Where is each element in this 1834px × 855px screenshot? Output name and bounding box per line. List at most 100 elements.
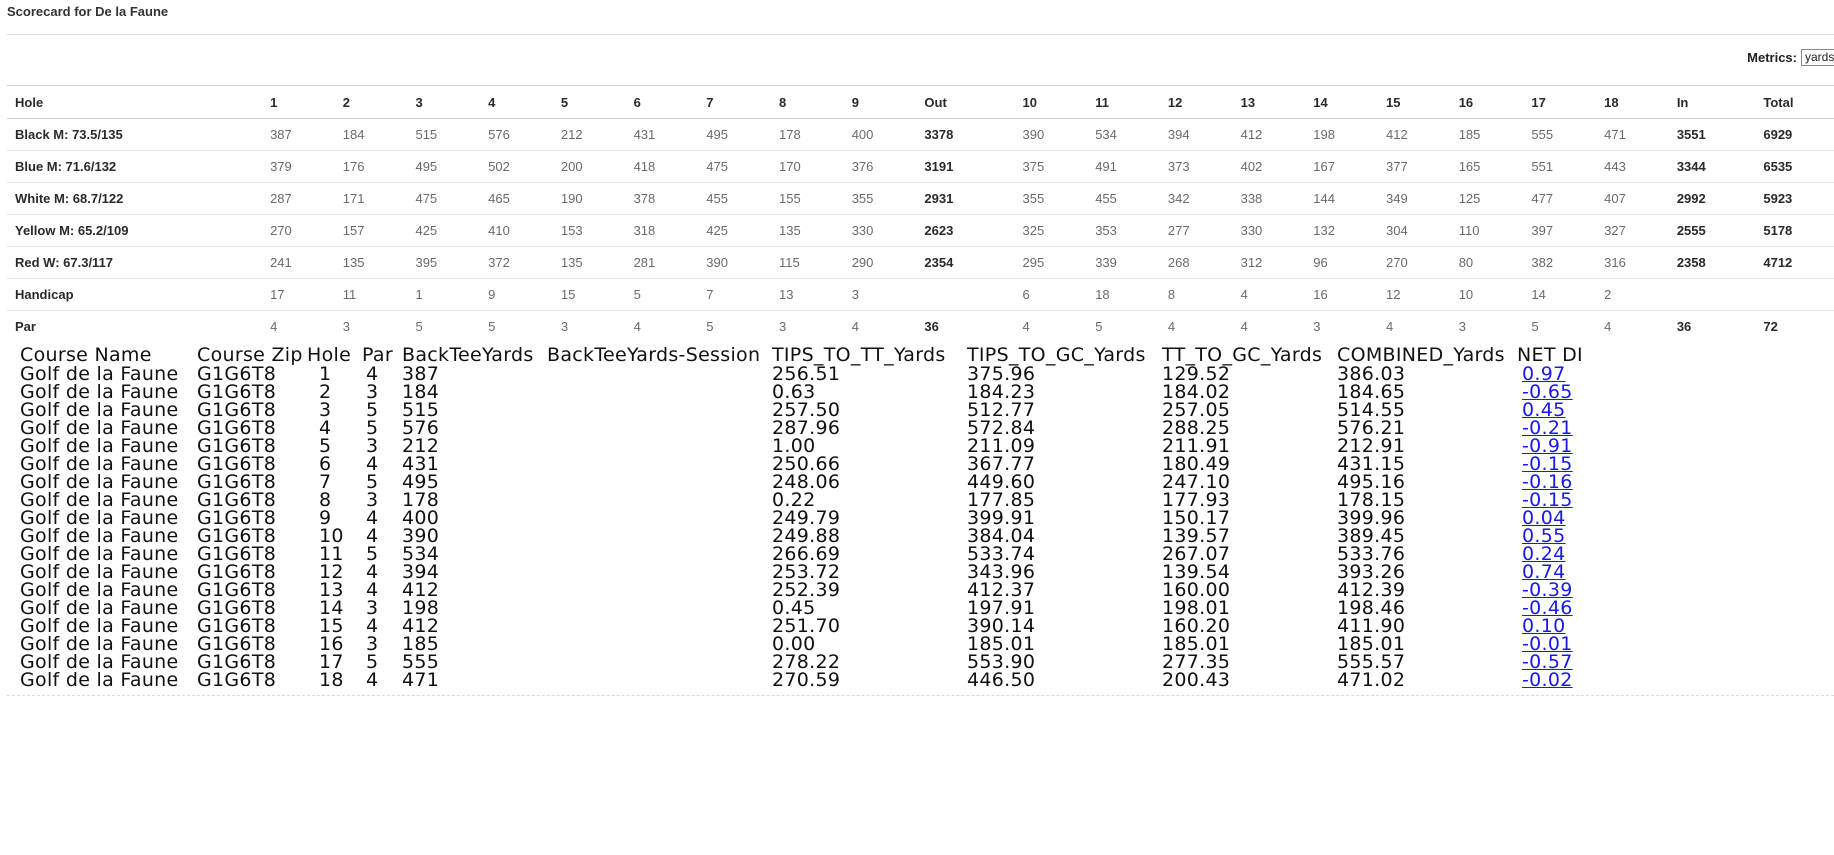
scorecard-cell: 110 (1450, 214, 1524, 247)
scorecard-cell: 4 (851, 319, 859, 334)
scorecard-cell: 277 (1159, 214, 1233, 247)
header-divider (7, 34, 1834, 35)
raw-cell-session (547, 473, 772, 491)
scorecard-cell: 382 (1523, 246, 1597, 279)
scorecard-cell: 6929 (1755, 118, 1834, 151)
scorecard-cell: 11 (334, 278, 408, 311)
raw-cell-net-di: -0.02 (1517, 669, 1667, 691)
scorecard-cell: 14 (1523, 278, 1597, 311)
scorecard-row-label: Red W: 67.3/117 (7, 246, 263, 279)
scorecard-cell: 5178 (1755, 214, 1834, 247)
scorecard-cell: 190 (552, 182, 626, 215)
scorecard-cell: 6 (1014, 278, 1088, 311)
raw-cell-session (547, 455, 772, 473)
scorecard-header-cell: 16 (1450, 85, 1524, 119)
scorecard-cell: 178 (770, 118, 844, 151)
scorecard-cell: 185 (1450, 118, 1524, 151)
scorecard-cell: 304 (1378, 214, 1451, 247)
scorecard-cell: 176 (334, 150, 408, 183)
scorecard-cell: 3 (1458, 319, 1466, 334)
scorecard-cell: 241 (262, 246, 335, 279)
scorecard-cell: 4712 (1755, 246, 1834, 279)
scorecard-row: Black M: 73.5/135 387 184 515 576 212 431 495 17… (7, 118, 1834, 151)
scorecard-cell: 15 (552, 278, 626, 311)
scorecard-cell: 443 (1596, 150, 1669, 183)
scorecard-cell: 2931 (916, 182, 1015, 215)
scorecard-cell: 355 (1014, 182, 1088, 215)
raw-cell-zip: G1G6T8 (197, 669, 277, 691)
scorecard-cell (916, 278, 1015, 311)
scorecard-row-label: Par (15, 319, 36, 334)
raw-cell-hole: 2 (319, 381, 332, 403)
scorecard-cell: 410 (480, 214, 553, 247)
raw-cell-session (547, 671, 772, 689)
scorecard-cell: 495 (698, 118, 771, 151)
scorecard-cell: 395 (407, 246, 481, 279)
scorecard-cell: 5 (625, 278, 699, 311)
scorecard-cell: 36 (924, 319, 939, 334)
metrics-select[interactable]: yards (1801, 49, 1834, 66)
scorecard-cell: 2992 (1668, 182, 1756, 215)
scorecard-cell: 4 (1232, 278, 1306, 311)
raw-cell-session (547, 527, 772, 545)
scorecard-cell: 270 (262, 214, 335, 247)
raw-cell-session (547, 383, 772, 401)
scorecard-cell: 72 (1763, 319, 1778, 334)
scorecard-cell: 5923 (1755, 182, 1834, 215)
scorecard-cell: 534 (1087, 118, 1160, 151)
scorecard-cell: 349 (1378, 182, 1451, 215)
scorecard-cell: 327 (1596, 214, 1669, 247)
scorecard-cell: 375 (1014, 150, 1088, 183)
net-di-link[interactable]: -0.02 (1522, 669, 1573, 691)
scorecard-cell: 431 (625, 118, 699, 151)
scorecard-cell: 402 (1232, 150, 1306, 183)
scorecard-cell: 144 (1305, 182, 1378, 215)
raw-cell-session (547, 365, 772, 383)
scorecard-cell: 400 (843, 118, 917, 151)
raw-cell-hole: 5 (319, 435, 332, 457)
table-bottom-border (7, 695, 1834, 696)
raw-cell-session (547, 563, 772, 581)
metrics-control: Metrics: yards (1747, 49, 1834, 66)
scorecard-cell: 491 (1087, 150, 1160, 183)
scorecard-cell: 502 (480, 150, 553, 183)
scorecard-cell: 125 (1450, 182, 1524, 215)
scorecard-cell: 281 (625, 246, 699, 279)
scorecard-cell (1755, 278, 1834, 311)
scorecard-cell: 3344 (1668, 150, 1756, 183)
scorecard-header-cell: 3 (407, 85, 481, 119)
scorecard-cell: 2354 (916, 246, 1015, 279)
page-title: Scorecard for De la Faune (7, 4, 169, 19)
scorecard-cell: 4 (1022, 319, 1030, 334)
raw-cell-session (547, 491, 772, 509)
scorecard-row: Red W: 67.3/117 241 135 395 372 135 281 390 115 2… (7, 246, 1834, 279)
scorecard-cell: 390 (698, 246, 771, 279)
scorecard-cell: 18 (1087, 278, 1160, 311)
scorecard-cell: 132 (1305, 214, 1378, 247)
raw-column-header: TIPS_TO_GC_Yards (967, 345, 1146, 366)
raw-cell-tt_gc: 200.43 (1162, 669, 1231, 691)
scorecard-row-label: Handicap (7, 278, 263, 311)
scorecard-cell: 4 (633, 319, 641, 334)
scorecard-header-cell: 7 (698, 85, 771, 119)
scorecard-cell: 475 (698, 150, 771, 183)
scorecard-cell: 270 (1378, 246, 1451, 279)
scorecard-header-cell: In (1668, 85, 1756, 119)
scorecard-cell: 135 (770, 214, 844, 247)
scorecard-cell: 394 (1159, 118, 1233, 151)
scorecard-cell: 1 (407, 278, 481, 311)
scorecard-cell: 2555 (1668, 214, 1756, 247)
scorecard-cell: 4 (1386, 319, 1394, 334)
scorecard-cell: 5 (1095, 319, 1103, 334)
scorecard-cell: 3 (1313, 319, 1321, 334)
scorecard-cell: 17 (262, 278, 335, 311)
scorecard-cell: 412 (1378, 118, 1451, 151)
scorecard-cell: 372 (480, 246, 553, 279)
scorecard-cell: 7 (698, 278, 771, 311)
scorecard-cell: 3 (843, 278, 917, 311)
scorecard-cell: 555 (1523, 118, 1597, 151)
scorecard-cell: 377 (1378, 150, 1451, 183)
raw-cell-session (547, 635, 772, 653)
raw-data-row: Golf de la Faune G1G6T8 18 4 471 270.59 446.50… (7, 669, 1667, 691)
scorecard-cell: 5 (706, 319, 714, 334)
